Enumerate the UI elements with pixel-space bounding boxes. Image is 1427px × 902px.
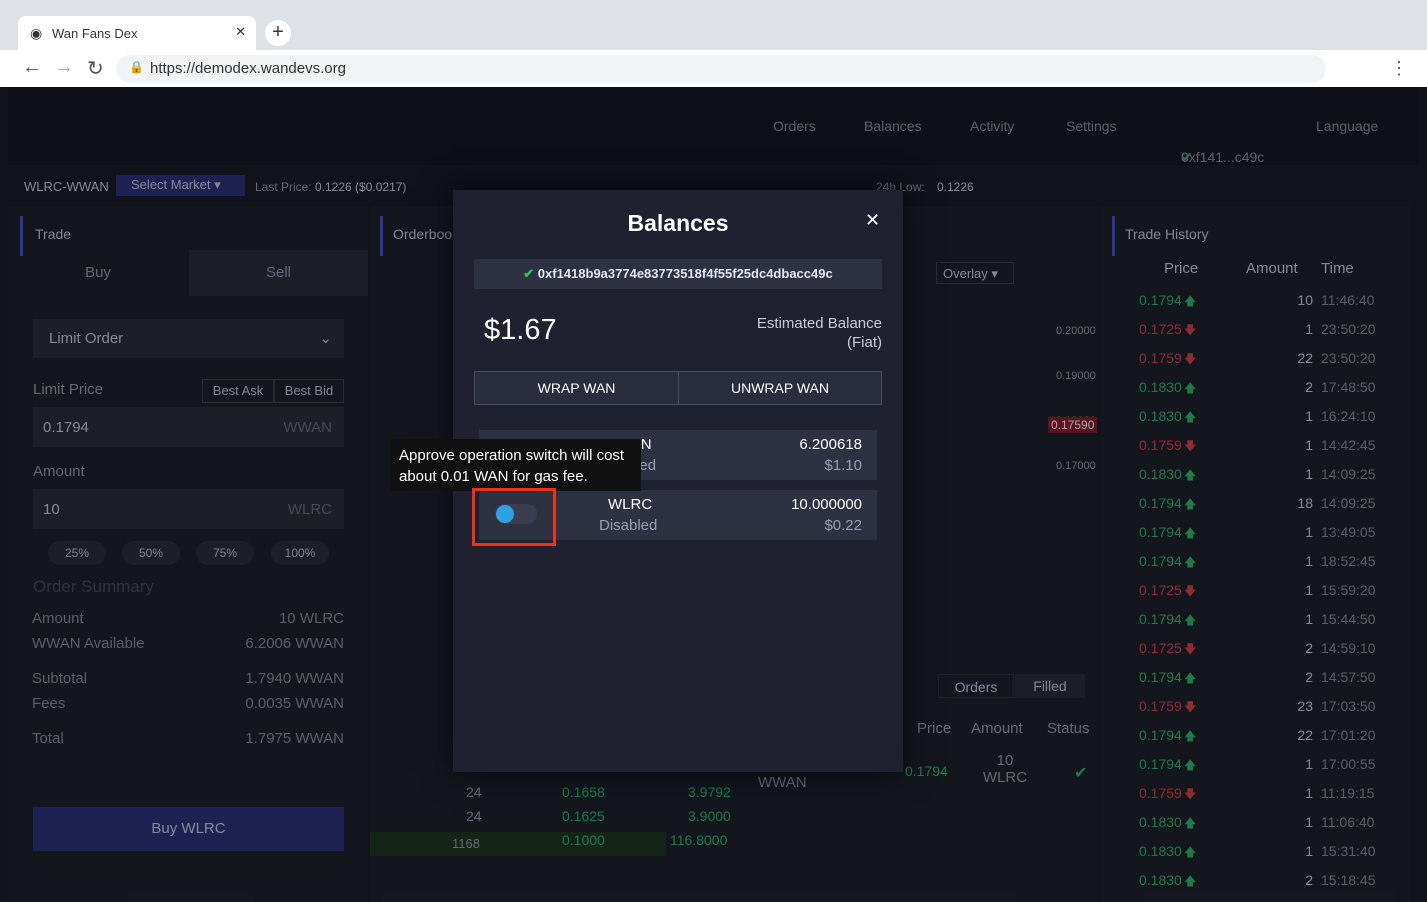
globe-icon: ◉ (30, 25, 43, 41)
close-icon[interactable]: ✕ (865, 210, 880, 231)
approve-tooltip: Approve operation switch will cost about… (390, 439, 641, 491)
wallet-address: ✔ 0xf1418b9a3774e83773518f4f55f25dc4dbac… (474, 259, 882, 289)
lock-icon: 🔒 (129, 60, 144, 74)
total-balance: $1.67 (484, 314, 557, 346)
back-icon[interactable]: ← (22, 56, 42, 79)
tab-title: Wan Fans Dex (52, 26, 138, 41)
unwrap-wan-button[interactable]: UNWRAP WAN (678, 371, 882, 405)
browser-chrome: ◉ Wan Fans Dex ✕ + ← → ↻ 🔒 https://demod… (0, 0, 1427, 87)
address-bar: ← → ↻ 🔒 https://demodex.wandevs.org ⋮ (0, 50, 1427, 87)
wrap-wan-button[interactable]: WRAP WAN (474, 371, 679, 405)
check-icon: ✔ (523, 266, 538, 281)
browser-tab[interactable]: ◉ Wan Fans Dex ✕ (18, 16, 256, 50)
forward-icon[interactable]: → (54, 56, 74, 79)
highlight-box (472, 488, 556, 546)
modal-title: Balances (627, 210, 729, 236)
estimated-balance-label: Estimated Balance (Fiat) (756, 315, 882, 351)
reload-icon[interactable]: ↻ (87, 56, 104, 81)
close-tab-icon[interactable]: ✕ (235, 24, 246, 40)
url-input[interactable]: 🔒 https://demodex.wandevs.org (116, 55, 1326, 83)
menu-icon[interactable]: ⋮ (1390, 58, 1408, 79)
new-tab-button[interactable]: + (265, 20, 291, 46)
